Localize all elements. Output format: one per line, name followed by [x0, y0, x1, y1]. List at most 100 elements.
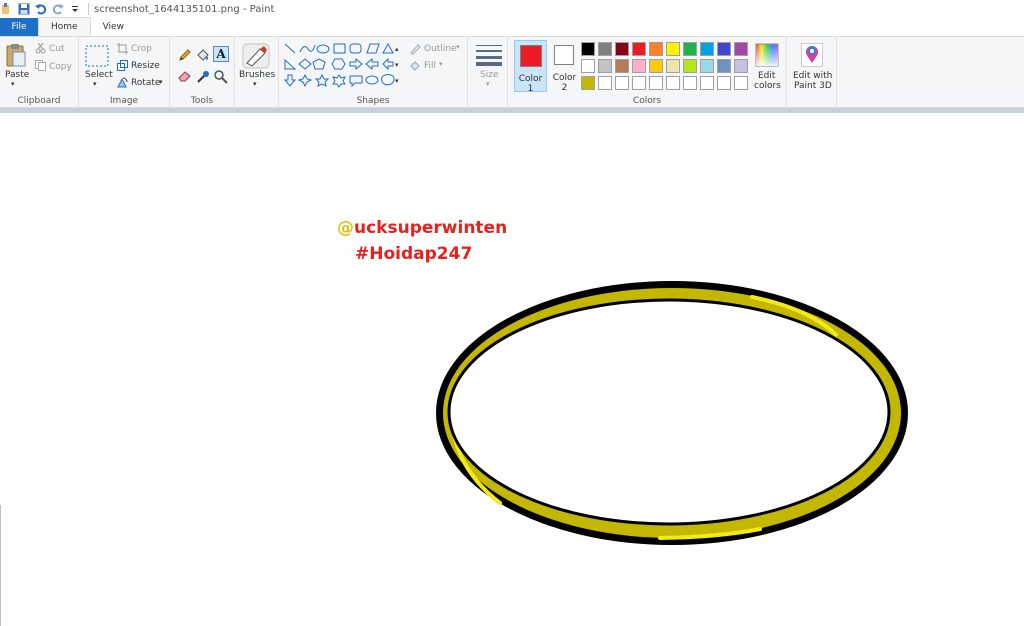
redo-icon[interactable] [51, 3, 64, 16]
palette-swatch[interactable] [615, 59, 629, 73]
palette-swatch[interactable] [581, 42, 595, 56]
palette-swatch[interactable] [700, 42, 714, 56]
clipboard-group-label: Clipboard [17, 96, 61, 106]
color2-button[interactable]: Color 2 [548, 40, 581, 93]
palette-swatch[interactable] [598, 42, 612, 56]
palette-swatch[interactable] [700, 59, 714, 73]
size-dropdown-icon[interactable]: ▾ [486, 80, 490, 88]
palette-swatch[interactable] [581, 59, 595, 73]
palette-swatch[interactable] [615, 42, 629, 56]
palette-swatch[interactable] [649, 59, 663, 73]
color1-label: Color [518, 74, 543, 84]
select-button[interactable] [85, 45, 109, 70]
title-separator [88, 3, 89, 15]
edit-colors-icon [755, 43, 779, 67]
rotate-button[interactable]: Rotate [131, 78, 160, 88]
palette-swatch[interactable] [632, 59, 646, 73]
rotate-icon [117, 77, 128, 91]
palette-swatch[interactable] [649, 76, 663, 90]
fill-button[interactable]: Fill [424, 61, 436, 71]
brushes-dropdown-icon[interactable]: ▾ [253, 80, 257, 88]
size-group: Size ▾ [468, 37, 508, 108]
palette-swatch[interactable] [649, 42, 663, 56]
crop-button[interactable]: Crop [131, 44, 152, 54]
palette-swatch[interactable] [581, 76, 595, 90]
paint3d-group: Edit with Paint 3D [787, 37, 837, 108]
palette-swatch[interactable] [666, 42, 680, 56]
edit-colors-line1: Edit [758, 71, 776, 81]
select-icon [85, 45, 109, 67]
color2-swatch [554, 45, 574, 65]
palette-swatch[interactable] [598, 76, 612, 90]
palette-swatch[interactable] [666, 76, 680, 90]
palette-swatch[interactable] [632, 76, 646, 90]
undo-icon[interactable] [34, 3, 47, 16]
palette-swatch[interactable] [683, 59, 697, 73]
brushes-button[interactable] [242, 43, 270, 72]
palette-swatch[interactable] [598, 59, 612, 73]
edit-with-paint3d-button[interactable] [801, 43, 823, 70]
palette-swatch[interactable] [717, 76, 731, 90]
shapes-scroll-down-icon[interactable]: ▾ [395, 61, 399, 69]
color-picker-icon[interactable] [196, 70, 210, 87]
color2-label: Color [552, 73, 577, 83]
palette-swatch[interactable] [700, 76, 714, 90]
pencil-icon[interactable] [178, 48, 192, 65]
copy-button[interactable]: Copy [49, 62, 72, 72]
size-button[interactable] [476, 44, 502, 69]
paint3d-line2: Paint 3D [794, 81, 832, 91]
shapes-expand-icon[interactable]: ▾ [395, 77, 399, 85]
color1-swatch [520, 45, 542, 67]
fill-bucket-icon[interactable] [196, 48, 210, 65]
image-group: Select ▾ Crop Resize Rotate ▾ Image [79, 37, 170, 108]
ring-inner-outline [447, 298, 891, 526]
edit-colors-line2: colors [754, 81, 781, 91]
title-bar: screenshot_1644135101.png - Paint [0, 0, 1024, 18]
palette-swatch[interactable] [734, 59, 748, 73]
paste-dropdown-icon[interactable]: ▾ [11, 80, 15, 88]
palette-swatch[interactable] [683, 42, 697, 56]
copy-icon [35, 60, 46, 74]
palette-swatch[interactable] [632, 42, 646, 56]
text-tool-icon[interactable]: A [213, 46, 229, 62]
tab-home[interactable]: Home [38, 17, 91, 36]
image-group-label: Image [109, 96, 139, 106]
edit-colors-button[interactable] [755, 43, 779, 70]
app-icon[interactable] [0, 2, 13, 16]
outline-button[interactable]: Outline [424, 44, 457, 54]
palette-swatch[interactable] [683, 76, 697, 90]
palette-swatch[interactable] [734, 42, 748, 56]
window-title: screenshot_1644135101.png - Paint [94, 3, 275, 15]
color1-number: 1 [527, 84, 534, 94]
magnifier-icon[interactable] [214, 70, 228, 87]
palette-swatch[interactable] [717, 42, 731, 56]
paste-button[interactable] [4, 42, 28, 90]
palette-swatch[interactable] [615, 76, 629, 90]
cut-button[interactable]: Cut [49, 44, 65, 54]
fill-dropdown-icon[interactable]: ▾ [439, 60, 443, 68]
resize-icon [117, 60, 128, 74]
shapes-gallery[interactable] [282, 41, 398, 94]
canvas-left-edge [0, 505, 1, 626]
tools-group: A Tools [170, 37, 235, 108]
outline-dropdown-icon[interactable]: ▾ [456, 43, 460, 51]
clipboard-group: Paste ▾ Cut Copy Clipboard [0, 37, 79, 108]
color1-button[interactable]: Color 1 [514, 40, 547, 94]
tab-view[interactable]: View [91, 18, 136, 36]
colors-group: Color 1 Color 2 Edit colors Colors [508, 37, 787, 108]
drawing-canvas[interactable]: @ucksuperwinten #Hoidap247 [0, 113, 1024, 626]
save-icon[interactable] [17, 3, 30, 16]
eraser-icon[interactable] [178, 70, 192, 85]
resize-button[interactable]: Resize [131, 61, 160, 71]
paint3d-line1: Edit with [793, 71, 833, 81]
palette-swatch[interactable] [717, 59, 731, 73]
rotate-dropdown-icon[interactable]: ▾ [159, 78, 163, 86]
palette-swatch[interactable] [734, 76, 748, 90]
customize-toolbar-icon[interactable] [68, 3, 81, 16]
select-dropdown-icon[interactable]: ▾ [93, 80, 97, 88]
tab-file[interactable]: File [0, 18, 38, 36]
paint-window: screenshot_1644135101.png - Paint File H… [0, 0, 1024, 626]
shapes-scroll-up-icon[interactable]: ▴ [395, 45, 399, 53]
brushes-group: Brushes ▾ [235, 37, 279, 108]
palette-swatch[interactable] [666, 59, 680, 73]
